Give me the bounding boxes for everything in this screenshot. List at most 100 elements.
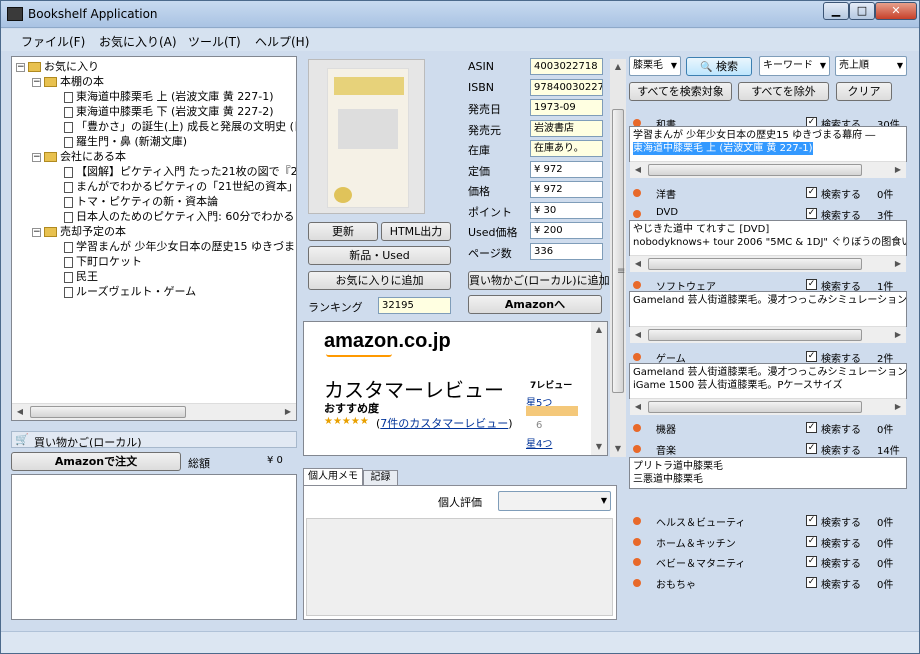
result-item[interactable]: 学習まんが 少年少女日本の歴史15 ゆきづまる幕府 ― bbox=[633, 130, 875, 141]
scroll-right-icon[interactable]: ▶ bbox=[890, 256, 906, 272]
scroll-right-icon[interactable]: ▶ bbox=[890, 327, 906, 343]
field-value[interactable]: 336 bbox=[530, 242, 603, 260]
menu-favorites[interactable]: お気に入り(A) bbox=[99, 33, 177, 50]
memo-textarea[interactable] bbox=[306, 518, 613, 616]
tree-item[interactable]: 日本人のためのピケティ入門: 60分でわかる『21世 bbox=[16, 209, 296, 224]
result-hscrollbar[interactable]: ◀ ▶ bbox=[630, 255, 906, 272]
result-hscrollbar[interactable]: ◀ ▶ bbox=[630, 161, 906, 178]
all-exclude-button[interactable]: すべてを除外 bbox=[738, 82, 829, 101]
category-checkbox[interactable]: ✓ bbox=[806, 536, 817, 547]
tree-item[interactable]: ルーズヴェルト・ゲーム bbox=[16, 284, 296, 299]
scroll-thumb[interactable] bbox=[648, 401, 862, 413]
maximize-button[interactable]: □ bbox=[849, 2, 875, 20]
tree-group[interactable]: − 本棚の本 bbox=[16, 74, 296, 89]
close-button[interactable]: ✕ bbox=[875, 2, 917, 20]
tab-record[interactable]: 記録 bbox=[363, 470, 398, 486]
result-item[interactable]: Gameland 芸人街道膝栗毛。漫才つっこみシミュレーション bbox=[633, 367, 906, 378]
result-item[interactable]: nobodyknows+ tour 2006 "5MC & 1DJ" ぐりぼうの… bbox=[633, 237, 906, 248]
tree-item[interactable]: 東海道中膝栗毛 上 (岩波文庫 黄 227-1) bbox=[16, 89, 296, 104]
scroll-left-icon[interactable]: ◀ bbox=[630, 399, 646, 415]
tree-hscrollbar[interactable]: ◀ ▶ bbox=[12, 403, 296, 420]
tree-item[interactable]: 「豊かさ」の誕生(上) 成長と発展の文明史 (日経 bbox=[16, 119, 296, 134]
all-target-button[interactable]: すべてを検索対象 bbox=[629, 82, 732, 101]
result-item[interactable]: Gameland 芸人街道膝栗毛。漫才つっこみシミュレーション bbox=[633, 295, 906, 306]
tree-item[interactable]: 学習まんが 少年少女日本の歴史15 ゆきづまる bbox=[16, 239, 296, 254]
scroll-thumb[interactable] bbox=[30, 406, 186, 418]
add-favorite-button[interactable]: お気に入りに追加 bbox=[308, 271, 451, 290]
tree-group[interactable]: − 売却予定の本 bbox=[16, 224, 296, 239]
collapse-icon[interactable]: − bbox=[32, 227, 41, 237]
review-pane[interactable]: amazon.co.jp カスタマーレビュー おすすめ度 ★★★★★ (7件のカ… bbox=[303, 321, 608, 456]
result-list[interactable]: Gameland 芸人街道膝栗毛。漫才つっこみシミュレーション bbox=[629, 291, 907, 327]
category-checkbox[interactable]: ✓ bbox=[806, 515, 817, 526]
review-link[interactable]: 7件のカスタマーレビュー bbox=[380, 417, 508, 430]
tree-item[interactable]: 羅生門・鼻 (新潮文庫) bbox=[16, 134, 296, 149]
result-item[interactable]: 三悪道中膝栗毛 bbox=[633, 474, 703, 485]
collapse-icon[interactable]: − bbox=[16, 62, 25, 72]
field-value[interactable]: ¥ 972 bbox=[530, 160, 603, 178]
scroll-right-icon[interactable]: ▶ bbox=[890, 162, 906, 178]
cart-list[interactable] bbox=[11, 474, 297, 620]
result-item[interactable]: 東海道中膝栗毛 上 (岩波文庫 黄 227-1) bbox=[633, 142, 813, 155]
amazon-order-button[interactable]: Amazonで注文 bbox=[11, 452, 181, 471]
menu-file[interactable]: ファイル(F) bbox=[21, 33, 85, 50]
category-checkbox[interactable]: ✓ bbox=[806, 577, 817, 588]
category-select[interactable]: 膝栗毛 ▼ bbox=[629, 56, 681, 76]
search-button[interactable]: 🔍 検索 bbox=[686, 57, 752, 76]
result-item[interactable]: プリトラ道中膝栗毛 bbox=[633, 461, 723, 472]
field-value[interactable]: ¥ 972 bbox=[530, 181, 603, 198]
splitter-grip-icon[interactable]: ≡ bbox=[617, 266, 625, 277]
html-output-button[interactable]: HTML出力 bbox=[381, 222, 451, 241]
field-value[interactable]: 4003022718 bbox=[530, 58, 603, 75]
new-used-button[interactable]: 新品・Used bbox=[308, 246, 451, 265]
field-value[interactable]: 在庫あり。 bbox=[530, 140, 603, 157]
field-value[interactable]: ¥ 30 bbox=[530, 201, 603, 219]
tree-item[interactable]: 東海道中膝栗毛 下 (岩波文庫 黄 227-2) bbox=[16, 104, 296, 119]
result-item[interactable]: やじきた道中 てれすこ [DVD] bbox=[633, 224, 769, 235]
result-list[interactable]: 学習まんが 少年少女日本の歴史15 ゆきづまる幕府 ― 東海道中膝栗毛 上 (岩波… bbox=[629, 126, 907, 162]
minimize-button[interactable]: ▁ bbox=[823, 2, 849, 20]
field-value[interactable]: 岩波書店 bbox=[530, 119, 603, 137]
amazon-link-button[interactable]: Amazonへ bbox=[468, 295, 602, 314]
tree-item[interactable]: 【図解】ピケティ入門 たった21枚の図で『21世紀の bbox=[16, 164, 296, 179]
scroll-left-icon[interactable]: ◀ bbox=[630, 327, 646, 343]
scroll-right-icon[interactable]: ▶ bbox=[280, 404, 296, 420]
tree-root[interactable]: − お気に入り bbox=[16, 59, 296, 74]
search-mode-select[interactable]: キーワード ▼ bbox=[759, 56, 830, 76]
scroll-thumb[interactable] bbox=[648, 164, 862, 176]
tree-item[interactable]: トマ・ピケティの新・資本論 bbox=[16, 194, 296, 209]
rating-select[interactable]: ▼ bbox=[498, 491, 611, 511]
tree-group[interactable]: − 会社にある本 bbox=[16, 149, 296, 164]
field-value[interactable]: ¥ 200 bbox=[530, 222, 603, 239]
collapse-icon[interactable]: − bbox=[32, 152, 41, 162]
scroll-left-icon[interactable]: ◀ bbox=[630, 162, 646, 178]
result-list[interactable]: Gameland 芸人街道膝栗毛。漫才つっこみシミュレーション iGame 150… bbox=[629, 363, 907, 399]
tree-item[interactable]: まんがでわかるピケティの「21世紀の資本」 (まんが bbox=[16, 179, 296, 194]
category-checkbox[interactable]: ✓ bbox=[806, 443, 817, 454]
scroll-right-icon[interactable]: ▶ bbox=[890, 399, 906, 415]
scroll-left-icon[interactable]: ◀ bbox=[630, 256, 646, 272]
clear-button[interactable]: クリア bbox=[836, 82, 892, 101]
category-checkbox[interactable]: ✓ bbox=[806, 208, 817, 219]
scroll-thumb[interactable] bbox=[648, 329, 862, 341]
detail-vscrollbar[interactable]: ▲ ▼ bbox=[610, 59, 626, 457]
scroll-thumb[interactable] bbox=[648, 258, 862, 270]
ranking-field[interactable]: 32195 bbox=[378, 297, 451, 314]
collapse-icon[interactable]: − bbox=[32, 77, 41, 87]
result-hscrollbar[interactable]: ◀ ▶ bbox=[630, 326, 906, 343]
favorites-tree[interactable]: − お気に入り − 本棚の本 東海道中膝栗毛 上 (岩波文庫 黄 227-1) 東海道中膝… bbox=[11, 56, 297, 421]
menu-help[interactable]: ヘルプ(H) bbox=[255, 33, 309, 50]
scroll-left-icon[interactable]: ◀ bbox=[12, 404, 28, 420]
star4-link[interactable]: 星4つ bbox=[526, 435, 552, 450]
sort-select[interactable]: 売上順 ▼ bbox=[835, 56, 907, 76]
result-item[interactable]: iGame 1500 芸人街道膝栗毛。Pケースサイズ bbox=[633, 380, 843, 391]
tree-item[interactable]: 下町ロケット bbox=[16, 254, 296, 269]
category-checkbox[interactable]: ✓ bbox=[806, 422, 817, 433]
category-checkbox[interactable]: ✓ bbox=[806, 279, 817, 290]
tab-memo[interactable]: 個人用メモ bbox=[303, 468, 363, 486]
tree-item[interactable]: 民王 bbox=[16, 269, 296, 284]
category-checkbox[interactable]: ✓ bbox=[806, 556, 817, 567]
result-list[interactable]: やじきた道中 てれすこ [DVD] nobodyknows+ tour 2006 … bbox=[629, 220, 907, 256]
result-list[interactable]: プリトラ道中膝栗毛 三悪道中膝栗毛 bbox=[629, 457, 907, 489]
field-value[interactable]: 1973-09 bbox=[530, 99, 603, 116]
